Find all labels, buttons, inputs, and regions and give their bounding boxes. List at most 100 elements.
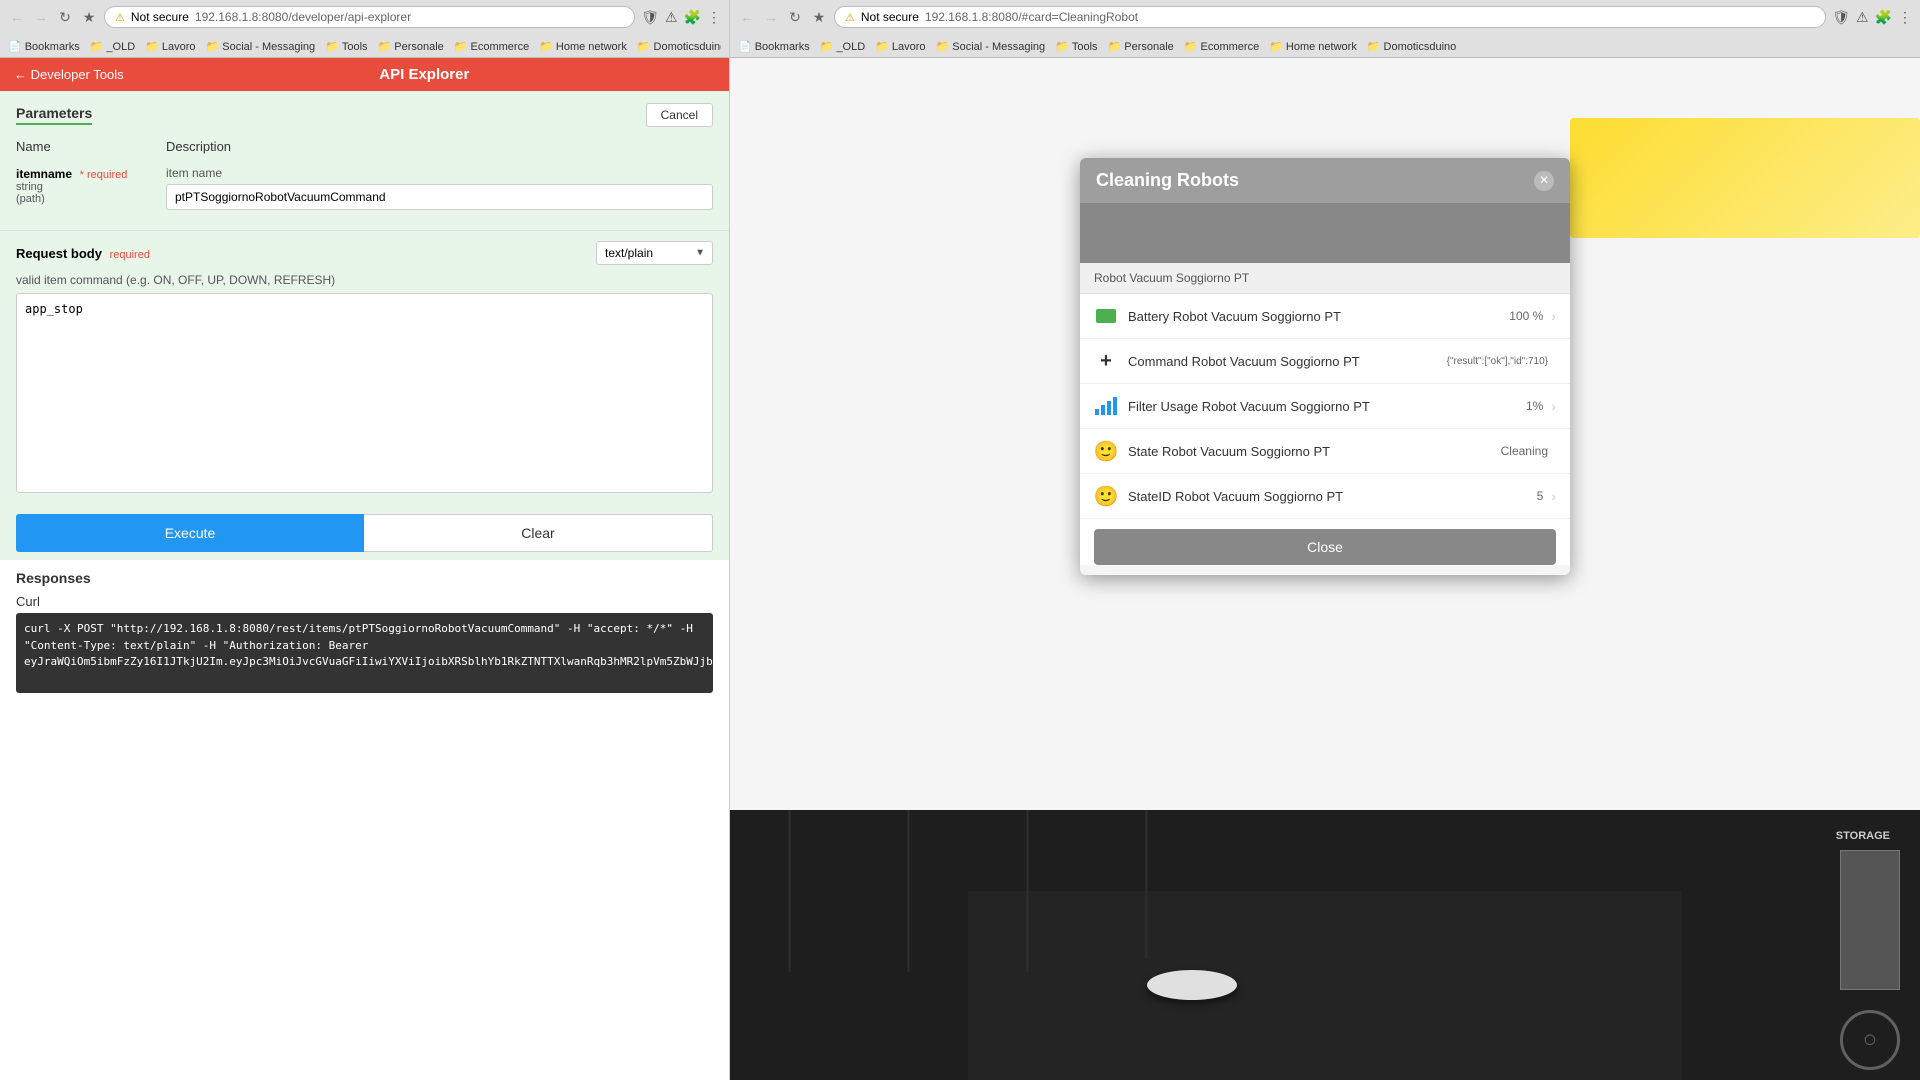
- modal-gray-area: [1080, 203, 1570, 263]
- filter-bar-icon: [1094, 394, 1118, 418]
- storage-unit: [1840, 850, 1900, 990]
- r-bookmark-bookmarks[interactable]: 📄 Bookmarks: [738, 40, 810, 53]
- browser-chrome-left: ← → ↻ ★ ⚠ Not secure 192.168.1.8:8080/de…: [0, 0, 729, 58]
- list-item-state[interactable]: 🙂 State Robot Vacuum Soggiorno PT Cleani…: [1080, 429, 1570, 474]
- bookmark-social[interactable]: 📁 Social - Messaging: [206, 40, 316, 53]
- list-item-stateid[interactable]: 🙂 StateID Robot Vacuum Soggiorno PT 5 ›: [1080, 474, 1570, 519]
- more-icon-right[interactable]: ⋮: [1898, 9, 1912, 26]
- not-secure-text-left: Not secure: [131, 10, 189, 24]
- not-secure-text-right: Not secure: [861, 10, 919, 24]
- toolbar-icons-left: 🛡 ⚠ 🧩 ⋮: [641, 9, 721, 26]
- bookmark-old[interactable]: 📁 _OLD: [90, 40, 135, 53]
- shield-icon-right: 🛡: [1832, 9, 1850, 26]
- clear-button[interactable]: Clear: [364, 514, 713, 552]
- request-body-section: Request body required text/plain applica…: [0, 230, 729, 506]
- nav-bar-right: ← → ↻ ★ ⚠ Not secure 192.168.1.8:8080/#c…: [738, 6, 1912, 32]
- curl-code-block: curl -X POST "http://192.168.1.8:8080/re…: [16, 613, 713, 693]
- forward-button-right[interactable]: →: [762, 8, 780, 26]
- bookmark-star-left[interactable]: ★: [80, 8, 98, 26]
- back-button-left[interactable]: ←: [8, 8, 26, 26]
- right-page-content: Cleaning Robots × Robot Vacuum Soggiorno…: [730, 58, 1920, 1080]
- filter-item-arrow: ›: [1551, 398, 1556, 414]
- dev-tools-header: ← Developer Tools API Explorer: [0, 58, 729, 91]
- bookmark-personale[interactable]: 📁 Personale: [378, 40, 444, 53]
- request-body-hint: valid item command (e.g. ON, OFF, UP, DO…: [16, 273, 713, 287]
- security-icon-left: ⚠: [115, 11, 125, 24]
- param-description: item name: [166, 166, 713, 180]
- reload-button-right[interactable]: ↻: [786, 8, 804, 26]
- r-bookmark-ecommerce[interactable]: 📁 Ecommerce: [1184, 40, 1259, 53]
- r-bookmark-home[interactable]: 📁 Home network: [1269, 40, 1357, 53]
- content-type-select[interactable]: text/plain application/json: [596, 241, 713, 265]
- itemname-input[interactable]: [166, 184, 713, 210]
- battery-item-arrow: ›: [1551, 308, 1556, 324]
- request-body-label: Request body required: [16, 246, 150, 261]
- browser-chrome-right: ← → ↻ ★ ⚠ Not secure 192.168.1.8:8080/#c…: [730, 0, 1920, 58]
- r-bookmark-domotics[interactable]: 📁 Domoticsduino: [1367, 40, 1456, 53]
- request-body-textarea[interactable]: app_stop: [16, 293, 713, 493]
- address-bar-left[interactable]: ⚠ Not secure 192.168.1.8:8080/developer/…: [104, 6, 635, 28]
- forward-button-left[interactable]: →: [32, 8, 50, 26]
- watermark: ○: [1840, 1010, 1900, 1070]
- browser-window-left: ← → ↻ ★ ⚠ Not secure 192.168.1.8:8080/de…: [0, 0, 730, 1080]
- address-bar-right[interactable]: ⚠ Not secure 192.168.1.8:8080/#card=Clea…: [834, 6, 1826, 28]
- r-bookmark-social[interactable]: 📁 Social - Messaging: [936, 40, 1046, 53]
- params-header: Parameters Cancel: [16, 103, 713, 127]
- r-bookmark-personale[interactable]: 📁 Personale: [1108, 40, 1174, 53]
- bookmark-bookmarks[interactable]: 📄 Bookmarks: [8, 40, 80, 53]
- modal-close-button[interactable]: ×: [1534, 171, 1554, 191]
- api-explorer-title: API Explorer: [134, 66, 715, 83]
- yellow-highlight-area: [1570, 118, 1920, 238]
- list-item-filter[interactable]: Filter Usage Robot Vacuum Soggiorno PT 1…: [1080, 384, 1570, 429]
- stateid-item-arrow: ›: [1551, 488, 1556, 504]
- bookmark-domotics[interactable]: 📁 Domoticsduino: [637, 40, 721, 53]
- r-bookmark-lavoro[interactable]: 📁 Lavoro: [875, 40, 925, 53]
- bookmarks-bar-right: 📄 Bookmarks 📁 _OLD 📁 Lavoro 📁 Social - M…: [738, 36, 1912, 57]
- col-header-name: Name: [16, 139, 146, 154]
- command-item-name: Command Robot Vacuum Soggiorno PT: [1128, 354, 1447, 369]
- browser-window-right: ← → ↻ ★ ⚠ Not secure 192.168.1.8:8080/#c…: [730, 0, 1920, 1080]
- bookmark-home[interactable]: 📁 Home network: [539, 40, 627, 53]
- col-header-desc: Description: [166, 139, 713, 154]
- parameters-label: Parameters: [16, 105, 92, 125]
- bookmarks-bar-left: 📄 Bookmarks 📁 _OLD 📁 Lavoro 📁 Social - M…: [8, 36, 721, 57]
- execute-button[interactable]: Execute: [16, 514, 364, 552]
- back-button-right[interactable]: ←: [738, 8, 756, 26]
- modal-header: Cleaning Robots ×: [1080, 158, 1570, 203]
- bookmark-lavoro[interactable]: 📁 Lavoro: [145, 40, 195, 53]
- stateid-item-name: StateID Robot Vacuum Soggiorno PT: [1128, 489, 1537, 504]
- filter-item-value: 1%: [1526, 399, 1543, 413]
- bookmark-ecommerce[interactable]: 📁 Ecommerce: [454, 40, 529, 53]
- list-item-battery[interactable]: Battery Robot Vacuum Soggiorno PT 100 % …: [1080, 294, 1570, 339]
- security-icon-right: ⚠: [845, 11, 855, 24]
- stateid-smile-icon: 🙂: [1094, 484, 1118, 508]
- list-item-command[interactable]: + Command Robot Vacuum Soggiorno PT {"re…: [1080, 339, 1570, 384]
- robot-group-header: Robot Vacuum Soggiorno PT: [1080, 263, 1570, 294]
- extensions-icon-right: 🧩: [1875, 9, 1892, 26]
- body-required: required: [110, 249, 150, 261]
- r-bookmark-tools[interactable]: 📁 Tools: [1055, 40, 1097, 53]
- warning-icon-left: ⚠: [665, 9, 678, 26]
- back-to-dev-tools[interactable]: ← Developer Tools: [14, 67, 124, 82]
- bookmark-tools[interactable]: 📁 Tools: [325, 40, 367, 53]
- command-item-value: {"result":["ok"],"id":710}: [1447, 356, 1548, 367]
- modal-close-bottom-button[interactable]: Close: [1094, 529, 1556, 565]
- battery-item-name: Battery Robot Vacuum Soggiorno PT: [1128, 309, 1509, 324]
- toolbar-icons-right: 🛡 ⚠ 🧩 ⋮: [1832, 9, 1912, 26]
- filter-item-name: Filter Usage Robot Vacuum Soggiorno PT: [1128, 399, 1526, 414]
- param-input-col: item name: [166, 166, 713, 210]
- bookmark-star-right[interactable]: ★: [810, 8, 828, 26]
- param-name-col: itemname * required string (path): [16, 166, 146, 205]
- battery-item-value: 100 %: [1509, 309, 1543, 323]
- reload-button-left[interactable]: ↻: [56, 8, 74, 26]
- state-smile-icon: 🙂: [1094, 439, 1118, 463]
- storage-label: STORAGE: [1836, 830, 1890, 842]
- extensions-icon-left: 🧩: [684, 9, 701, 26]
- modal-title: Cleaning Robots: [1096, 170, 1239, 191]
- r-bookmark-old[interactable]: 📁 _OLD: [820, 40, 865, 53]
- curl-label: Curl: [16, 594, 713, 609]
- address-text-left: 192.168.1.8:8080/developer/api-explorer: [195, 10, 411, 24]
- more-icon-left[interactable]: ⋮: [707, 9, 721, 26]
- cancel-button[interactable]: Cancel: [646, 103, 713, 127]
- cleaning-robots-modal: Cleaning Robots × Robot Vacuum Soggiorno…: [1080, 158, 1570, 575]
